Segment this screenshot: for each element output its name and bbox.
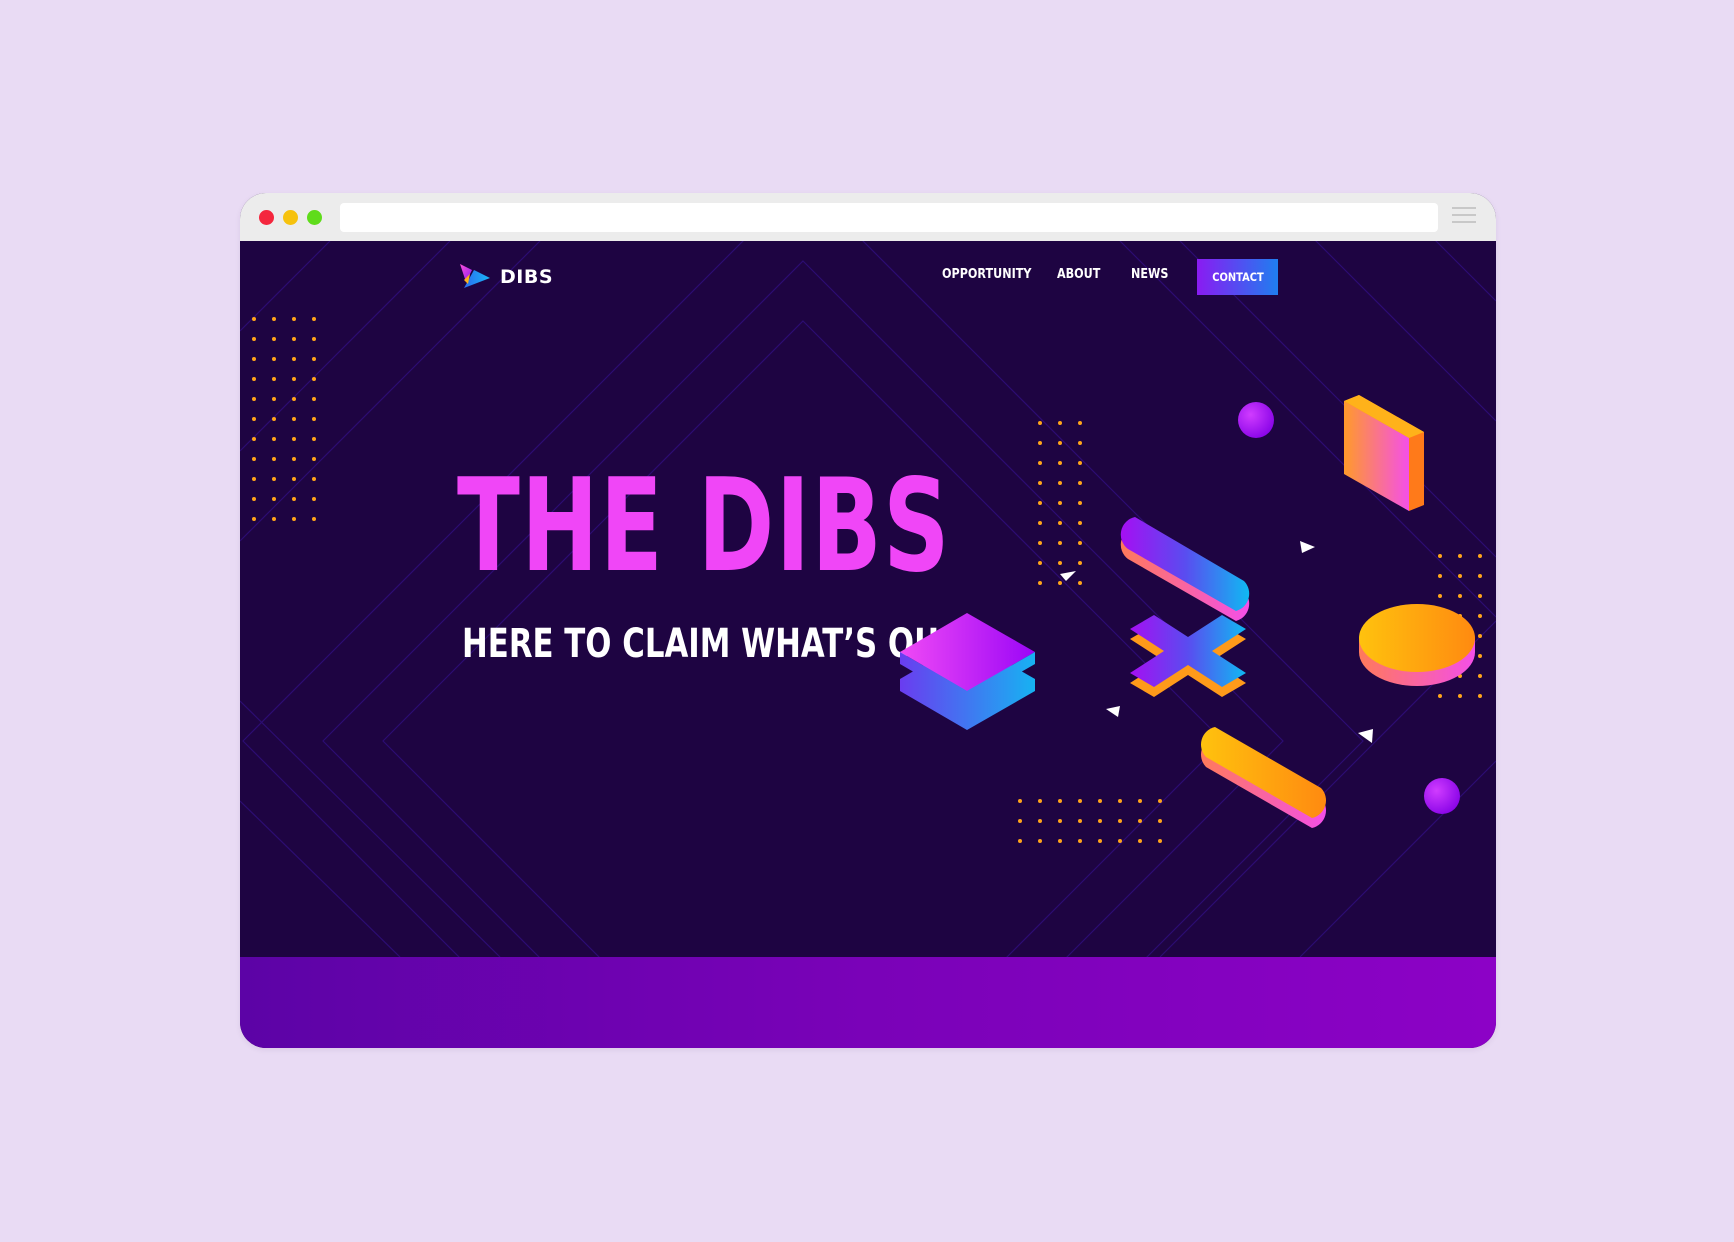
purple-sphere-top (1238, 402, 1274, 438)
hamburger-menu-icon[interactable] (1452, 207, 1476, 227)
close-window-button[interactable] (259, 210, 274, 225)
hero-section: DIBS OPPORTUNITY ABOUT NEWS CONTACT THE … (240, 241, 1496, 957)
isometric-shapes-illustration (900, 395, 1475, 828)
minimize-window-button[interactable] (283, 210, 298, 225)
purple-sphere-bottom (1424, 778, 1460, 814)
browser-toolbar (240, 193, 1496, 241)
footer-band (240, 957, 1496, 1048)
address-bar[interactable] (340, 203, 1438, 232)
orange-disc-shape (1359, 604, 1475, 686)
diamond-shape (900, 613, 1035, 730)
white-triangle-1 (1060, 571, 1076, 581)
pill-shape-orange (1201, 727, 1327, 828)
orange-block-shape (1344, 395, 1424, 511)
white-triangle-2 (1300, 541, 1315, 553)
cross-shape (1130, 615, 1246, 697)
maximize-window-button[interactable] (307, 210, 322, 225)
white-triangle-3 (1106, 706, 1120, 717)
white-triangle-4 (1358, 729, 1373, 743)
pill-shape-blue (1120, 517, 1250, 621)
browser-window: DIBS OPPORTUNITY ABOUT NEWS CONTACT THE … (240, 193, 1496, 1048)
